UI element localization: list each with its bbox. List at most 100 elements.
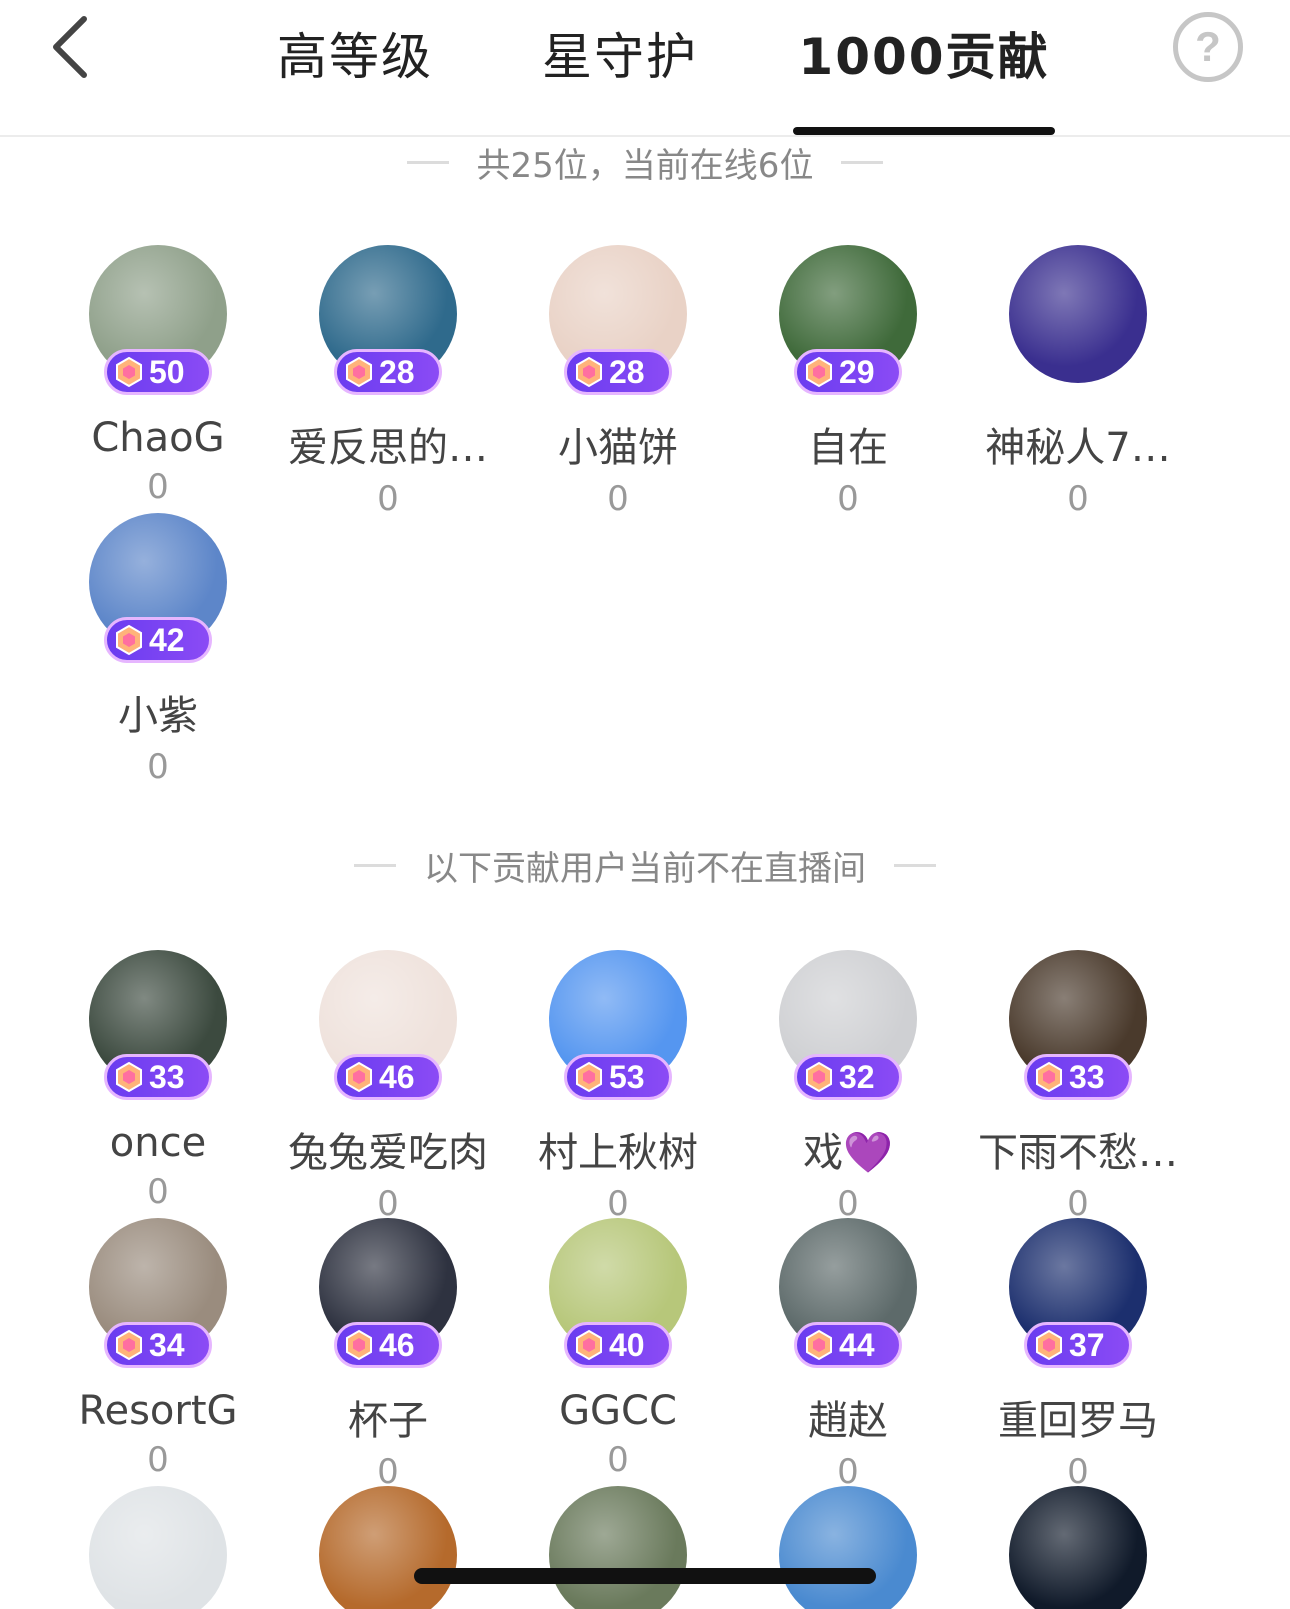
level-badge: 44 — [794, 1322, 902, 1368]
avatar[interactable] — [779, 1486, 917, 1609]
avatar[interactable] — [549, 1486, 687, 1609]
user-name: 神秘人7… — [985, 425, 1171, 471]
divider — [894, 863, 936, 867]
user-name: 村上秋树 — [538, 1130, 698, 1176]
user-card[interactable]: 33 下雨不愁… 0 — [960, 950, 1196, 1224]
user-name: 杯子 — [348, 1398, 428, 1444]
level-badge: 28 — [564, 349, 672, 395]
user-name: 小猫饼 — [558, 425, 678, 471]
level-badge: 33 — [1024, 1054, 1132, 1100]
offline-summary-text: 以下贡献用户当前不在直播间 — [424, 848, 866, 889]
back-button[interactable] — [40, 12, 100, 82]
gem-icon — [343, 356, 375, 388]
user-card[interactable]: 42 小紫 0 — [40, 513, 276, 787]
avatar-wrap: 37 — [1009, 1218, 1147, 1368]
user-card[interactable] — [40, 1486, 276, 1609]
user-contribution: 0 — [377, 479, 399, 519]
user-contribution: 0 — [147, 467, 169, 507]
user-card[interactable] — [960, 1486, 1196, 1609]
online-user-grid: 50 ChaoG 0 28 爱反思的… 0 28 小猫饼 0 29 自在 0 神秘人7… 0 42 小紫 0 — [40, 245, 1250, 787]
level-number: 37 — [1069, 1326, 1105, 1363]
user-card[interactable]: 40 GGCC 0 — [500, 1218, 736, 1480]
divider — [406, 160, 449, 164]
avatar-wrap — [779, 1486, 917, 1609]
avatar-wrap: 46 — [319, 950, 457, 1100]
user-card[interactable]: 53 村上秋树 0 — [500, 950, 736, 1224]
avatar-wrap — [1009, 245, 1147, 383]
user-card[interactable]: 46 杯子 0 — [270, 1218, 506, 1492]
avatar-wrap: 28 — [319, 245, 457, 395]
user-card[interactable]: 32 戏💜 0 — [730, 950, 966, 1224]
user-card[interactable] — [730, 1486, 966, 1609]
user-name: 小紫 — [118, 693, 198, 739]
gem-icon — [113, 1061, 145, 1093]
offline-user-grid: 33 once 0 46 兔兔爱吃肉 0 53 村上秋树 0 32 戏💜 0 33 下雨不愁… 0 34 Res… — [40, 950, 1250, 1609]
level-number: 46 — [379, 1326, 415, 1363]
user-card[interactable]: 34 ResortG 0 — [40, 1218, 276, 1480]
user-card[interactable]: 50 ChaoG 0 — [40, 245, 276, 507]
avatar-wrap: 33 — [89, 950, 227, 1100]
level-number: 46 — [379, 1058, 415, 1095]
avatar-wrap: 53 — [549, 950, 687, 1100]
user-card[interactable]: 37 重回罗马 0 — [960, 1218, 1196, 1492]
avatar-wrap: 29 — [779, 245, 917, 395]
user-card[interactable]: 46 兔兔爱吃肉 0 — [270, 950, 506, 1224]
user-name: 自在 — [808, 425, 888, 471]
level-badge: 33 — [104, 1054, 212, 1100]
tab-high-level[interactable]: 高等级 — [270, 18, 440, 88]
level-number: 28 — [609, 353, 645, 390]
level-badge: 29 — [794, 349, 902, 395]
user-name: 爱反思的… — [288, 425, 488, 471]
gem-icon — [343, 1329, 375, 1361]
user-name: 戏💜 — [803, 1130, 893, 1176]
level-number: 28 — [379, 353, 415, 390]
tab-star-guard[interactable]: 星守护 — [535, 18, 705, 88]
home-indicator[interactable] — [414, 1568, 876, 1584]
user-contribution: 0 — [147, 1172, 169, 1212]
avatar-wrap: 40 — [549, 1218, 687, 1368]
user-contribution: 0 — [147, 1440, 169, 1480]
divider — [841, 160, 884, 164]
gem-icon — [113, 624, 145, 656]
avatar[interactable] — [1009, 245, 1147, 383]
avatar-wrap — [549, 1486, 687, 1609]
user-contribution: 0 — [1067, 479, 1089, 519]
divider — [354, 863, 396, 867]
level-number: 44 — [839, 1326, 875, 1363]
gem-icon — [803, 1329, 835, 1361]
user-name: 重回罗马 — [998, 1398, 1158, 1444]
user-card[interactable]: 29 自在 0 — [730, 245, 966, 519]
avatar-wrap — [319, 1486, 457, 1609]
level-badge: 28 — [334, 349, 442, 395]
tab-1000-contribution[interactable]: 1000贡献 — [793, 18, 1055, 88]
user-card[interactable]: 44 趙赵 0 — [730, 1218, 966, 1492]
user-card[interactable]: 28 小猫饼 0 — [500, 245, 736, 519]
avatar[interactable] — [89, 1486, 227, 1609]
user-card[interactable]: 33 once 0 — [40, 950, 276, 1212]
user-card[interactable] — [270, 1486, 506, 1609]
avatar-wrap: 46 — [319, 1218, 457, 1368]
help-button[interactable]: ? — [1173, 12, 1243, 82]
level-badge: 46 — [334, 1322, 442, 1368]
avatar[interactable] — [319, 1486, 457, 1609]
level-number: 40 — [609, 1326, 645, 1363]
user-card[interactable]: 神秘人7… 0 — [960, 245, 1196, 519]
user-card[interactable]: 28 爱反思的… 0 — [270, 245, 506, 519]
active-tab-indicator — [793, 127, 1055, 135]
user-contribution: 0 — [607, 479, 629, 519]
avatar[interactable] — [1009, 1486, 1147, 1609]
question-icon: ? — [1195, 23, 1221, 70]
avatar-wrap: 44 — [779, 1218, 917, 1368]
user-card[interactable] — [500, 1486, 736, 1609]
user-name: 趙赵 — [808, 1398, 888, 1444]
level-number: 32 — [839, 1058, 875, 1095]
level-badge: 40 — [564, 1322, 672, 1368]
user-contribution: 0 — [837, 479, 859, 519]
avatar-wrap — [89, 1486, 227, 1609]
gem-icon — [803, 1061, 835, 1093]
gem-icon — [573, 1329, 605, 1361]
avatar-wrap: 28 — [549, 245, 687, 395]
avatar-wrap: 50 — [89, 245, 227, 395]
level-badge: 34 — [104, 1322, 212, 1368]
gem-icon — [803, 356, 835, 388]
